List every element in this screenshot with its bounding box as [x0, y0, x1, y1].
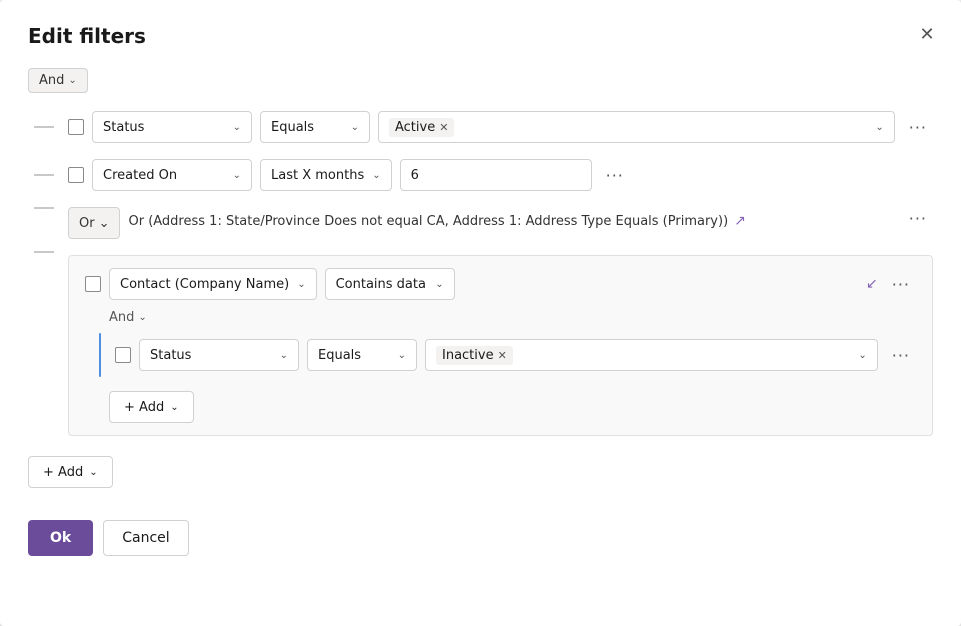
- nested-operator-chevron-icon: ⌄: [435, 279, 443, 290]
- inner-chip-label: Inactive: [442, 348, 494, 363]
- bottom-add-section: + Add ⌄: [28, 456, 933, 488]
- row1-field-chevron-icon: ⌄: [233, 122, 241, 133]
- or-row-text: Or (Address 1: State/Province Does not e…: [128, 207, 894, 235]
- nested-vertical-line: [99, 333, 101, 377]
- row2-field-label: Created On: [103, 168, 177, 183]
- nested-operator-label: Contains data: [336, 277, 426, 292]
- inner-field-select[interactable]: Status ⌄: [139, 339, 299, 371]
- or-row-more-button[interactable]: ···: [903, 207, 933, 230]
- row1-field-select[interactable]: Status ⌄: [92, 111, 252, 143]
- top-and-section: And ⌄: [28, 68, 933, 93]
- row1-field-label: Status: [103, 120, 144, 135]
- or-row-connector: [28, 207, 60, 209]
- or-badge-chevron-icon: ⌄: [99, 216, 110, 231]
- inner-operator-label: Equals: [318, 348, 361, 363]
- row1-operator-chevron-icon: ⌄: [351, 122, 359, 133]
- and-label: And: [39, 73, 64, 88]
- nested-add-button[interactable]: + Add ⌄: [109, 391, 194, 423]
- row2-checkbox[interactable]: [68, 167, 84, 183]
- filter-row-status: Status ⌄ Equals ⌄ Active ✕ ⌄ ···: [28, 103, 933, 151]
- or-group-row: Or ⌄ Or (Address 1: State/Province Does …: [28, 199, 933, 247]
- row2-more-button[interactable]: ···: [600, 164, 630, 187]
- inner-tag-value: Inactive ✕: [436, 346, 513, 365]
- inner-field-chevron-icon: ⌄: [280, 350, 288, 361]
- nested-field-label: Contact (Company Name): [120, 277, 289, 292]
- inner-value-chevron-icon: ⌄: [858, 350, 866, 361]
- row1-tag-value: Active ✕: [389, 118, 454, 137]
- inner-chip-remove-icon[interactable]: ✕: [498, 349, 507, 362]
- inner-value-select[interactable]: Inactive ✕ ⌄: [425, 339, 878, 371]
- and-chevron-icon: ⌄: [68, 75, 76, 86]
- nested-group-header: Contact (Company Name) ⌄ Contains data ⌄…: [85, 268, 916, 300]
- row1-operator-select[interactable]: Equals ⌄: [260, 111, 370, 143]
- row2-operator-select[interactable]: Last X months ⌄: [260, 159, 392, 191]
- dialog-footer: Ok Cancel: [28, 520, 933, 556]
- bottom-add-button[interactable]: + Add ⌄: [28, 456, 113, 488]
- inner-row-more-button[interactable]: ···: [886, 344, 916, 367]
- or-connector-line: [34, 207, 54, 209]
- row1-checkbox[interactable]: [68, 119, 84, 135]
- nested-group-connector: [28, 251, 60, 253]
- row-connector-1: [28, 126, 60, 128]
- nested-connector-line: [34, 251, 54, 253]
- row1-active-chip: Active ✕: [389, 118, 454, 137]
- or-badge[interactable]: Or ⌄: [68, 207, 120, 239]
- row1-value-chevron-icon: ⌄: [875, 122, 883, 133]
- filter-row-created-on: Created On ⌄ Last X months ⌄ ···: [28, 151, 933, 199]
- dialog-title: Edit filters: [28, 24, 933, 48]
- row2-value-input[interactable]: [400, 159, 592, 191]
- nested-add-chevron-icon: ⌄: [170, 402, 178, 413]
- row1-more-button[interactable]: ···: [903, 116, 933, 139]
- row1-chip-remove-icon[interactable]: ✕: [439, 121, 448, 134]
- bottom-add-chevron-icon: ⌄: [89, 467, 97, 478]
- row1-chip-label: Active: [395, 120, 435, 135]
- nested-and-chevron-icon: ⌄: [138, 312, 146, 323]
- nested-inner-row-wrapper: Status ⌄ Equals ⌄ Inactive ✕: [85, 333, 916, 377]
- inner-row-checkbox[interactable]: [115, 347, 131, 363]
- edit-filters-dialog: Edit filters ✕ And ⌄ Status ⌄ Equals ⌄ A…: [0, 0, 961, 626]
- nested-and-section: And ⌄: [85, 310, 916, 325]
- close-button[interactable]: ✕: [913, 20, 941, 48]
- row2-operator-label: Last X months: [271, 168, 364, 183]
- row2-field-chevron-icon: ⌄: [233, 170, 241, 181]
- cancel-button[interactable]: Cancel: [103, 520, 188, 556]
- inner-field-label: Status: [150, 348, 191, 363]
- nested-add-section: + Add ⌄: [85, 391, 916, 423]
- nested-inner-row: Status ⌄ Equals ⌄ Inactive ✕: [115, 333, 916, 377]
- nested-add-label: + Add: [124, 400, 164, 415]
- or-expand-icon[interactable]: ↗: [734, 213, 746, 229]
- nested-field-select[interactable]: Contact (Company Name) ⌄: [109, 268, 317, 300]
- connector-line-2: [34, 174, 54, 176]
- nested-and-label: And: [109, 310, 134, 325]
- row2-field-select[interactable]: Created On ⌄: [92, 159, 252, 191]
- nested-collapse-icon[interactable]: ↙: [866, 276, 878, 292]
- inner-operator-chevron-icon: ⌄: [398, 350, 406, 361]
- bottom-add-label: + Add: [43, 465, 83, 480]
- nested-group-more-button[interactable]: ···: [886, 273, 916, 296]
- row2-operator-chevron-icon: ⌄: [372, 170, 380, 181]
- or-badge-label: Or: [79, 216, 95, 231]
- row1-value-select[interactable]: Active ✕ ⌄: [378, 111, 895, 143]
- nested-group: Contact (Company Name) ⌄ Contains data ⌄…: [68, 255, 933, 436]
- row1-operator-label: Equals: [271, 120, 314, 135]
- connector-line-1: [34, 126, 54, 128]
- row-connector-2: [28, 174, 60, 176]
- nested-field-chevron-icon: ⌄: [297, 279, 305, 290]
- nested-group-checkbox[interactable]: [85, 276, 101, 292]
- ok-button[interactable]: Ok: [28, 520, 93, 556]
- inner-operator-select[interactable]: Equals ⌄: [307, 339, 417, 371]
- inner-inactive-chip: Inactive ✕: [436, 346, 513, 365]
- nested-operator-select[interactable]: Contains data ⌄: [325, 268, 455, 300]
- nested-group-wrapper: Contact (Company Name) ⌄ Contains data ⌄…: [28, 251, 933, 440]
- and-badge[interactable]: And ⌄: [28, 68, 88, 93]
